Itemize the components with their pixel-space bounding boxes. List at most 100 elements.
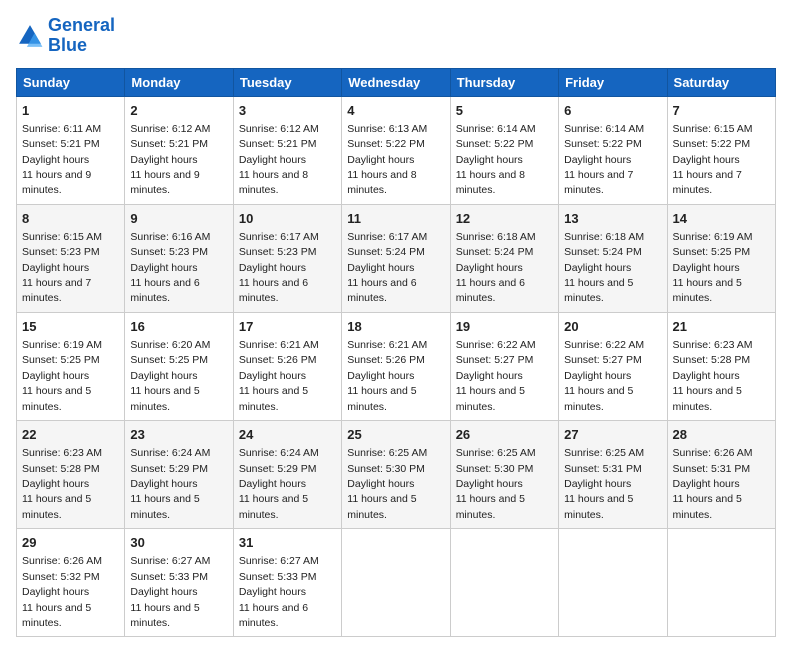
daylight-value: 11 hours and 6 minutes. <box>347 277 416 304</box>
day-number: 7 <box>673 102 770 120</box>
sunset-text: Sunset: 5:21 PM <box>239 138 317 150</box>
sunset-text: Sunset: 5:23 PM <box>239 246 317 258</box>
calendar-cell <box>667 529 775 637</box>
calendar-cell: 24Sunrise: 6:24 AMSunset: 5:29 PMDayligh… <box>233 421 341 529</box>
calendar-week-row: 15Sunrise: 6:19 AMSunset: 5:25 PMDayligh… <box>17 312 776 420</box>
day-number: 3 <box>239 102 336 120</box>
sunset-text: Sunset: 5:22 PM <box>347 138 425 150</box>
daylight-value: 11 hours and 5 minutes. <box>22 385 91 412</box>
sunrise-text: Sunrise: 6:26 AM <box>22 555 102 567</box>
sunrise-text: Sunrise: 6:19 AM <box>673 231 753 243</box>
calendar-cell: 12Sunrise: 6:18 AMSunset: 5:24 PMDayligh… <box>450 204 558 312</box>
daylight-value: 11 hours and 6 minutes. <box>130 277 199 304</box>
sunset-text: Sunset: 5:27 PM <box>564 354 642 366</box>
daylight-value: 11 hours and 9 minutes. <box>130 169 199 196</box>
sunrise-text: Sunrise: 6:14 AM <box>564 123 644 135</box>
daylight-label: Daylight hours <box>239 154 306 166</box>
calendar-cell: 23 Sunrise: 6:24 AM Sunset: 5:29 PM Dayligh… <box>125 421 233 529</box>
calendar-cell: 27Sunrise: 6:25 AMSunset: 5:31 PMDayligh… <box>559 421 667 529</box>
calendar-cell: 11Sunrise: 6:17 AMSunset: 5:24 PMDayligh… <box>342 204 450 312</box>
sunrise-text: Sunrise: 6:24 AM <box>130 447 210 459</box>
sunset-text: Sunset: 5:33 PM <box>239 571 317 583</box>
day-number: 9 <box>130 210 227 228</box>
calendar-cell <box>342 529 450 637</box>
sunrise-text: Sunrise: 6:23 AM <box>22 447 102 459</box>
sunrise-text: Sunrise: 6:15 AM <box>22 231 102 243</box>
logo-icon <box>16 22 44 50</box>
daylight-label: Daylight hours <box>239 370 306 382</box>
sunrise-text: Sunrise: 6:21 AM <box>347 339 427 351</box>
calendar-header-row: SundayMondayTuesdayWednesdayThursdayFrid… <box>17 68 776 96</box>
day-number: 18 <box>347 318 444 336</box>
sunrise-text: Sunrise: 6:26 AM <box>673 447 753 459</box>
calendar-cell: 25Sunrise: 6:25 AMSunset: 5:30 PMDayligh… <box>342 421 450 529</box>
daylight-label: Daylight hours <box>673 154 740 166</box>
day-number: 11 <box>347 210 444 228</box>
header-friday: Friday <box>559 68 667 96</box>
calendar-week-row: 8 Sunrise: 6:15 AM Sunset: 5:23 PM Daylight… <box>17 204 776 312</box>
day-number: 2 <box>130 102 227 120</box>
daylight-value: 11 hours and 5 minutes. <box>564 385 633 412</box>
day-number: 29 <box>22 534 119 552</box>
daylight-value: 11 hours and 9 minutes. <box>22 169 91 196</box>
sunrise-text: Sunrise: 6:16 AM <box>130 231 210 243</box>
calendar-cell: 7Sunrise: 6:15 AMSunset: 5:22 PMDaylight… <box>667 96 775 204</box>
header-monday: Monday <box>125 68 233 96</box>
day-number: 22 <box>22 426 119 444</box>
day-number: 19 <box>456 318 553 336</box>
day-number: 17 <box>239 318 336 336</box>
calendar-cell <box>450 529 558 637</box>
calendar-cell: 2Sunrise: 6:12 AMSunset: 5:21 PMDaylight… <box>125 96 233 204</box>
header-thursday: Thursday <box>450 68 558 96</box>
daylight-label: Daylight hours <box>456 370 523 382</box>
logo: GeneralBlue <box>16 16 115 56</box>
sunset-text: Sunset: 5:31 PM <box>673 463 751 475</box>
sunset-text: Sunset: 5:30 PM <box>347 463 425 475</box>
daylight-label: Daylight hours <box>673 262 740 274</box>
daylight-label: Daylight hours <box>456 262 523 274</box>
daylight-value: 11 hours and 5 minutes. <box>130 493 199 520</box>
sunrise-text: Sunrise: 6:25 AM <box>456 447 536 459</box>
daylight-label: Daylight hours <box>130 262 197 274</box>
day-number: 30 <box>130 534 227 552</box>
daylight-label: Daylight hours <box>564 370 631 382</box>
sunrise-text: Sunrise: 6:23 AM <box>673 339 753 351</box>
day-number: 15 <box>22 318 119 336</box>
sunrise-text: Sunrise: 6:24 AM <box>239 447 319 459</box>
calendar-week-row: 22Sunrise: 6:23 AMSunset: 5:28 PMDayligh… <box>17 421 776 529</box>
calendar-cell: 29 Sunrise: 6:26 AM Sunset: 5:32 PM Dayligh… <box>17 529 125 637</box>
sunset-text: Sunset: 5:21 PM <box>22 138 100 150</box>
daylight-label: Daylight hours <box>347 262 414 274</box>
sunset-text: Sunset: 5:30 PM <box>456 463 534 475</box>
daylight-label: Daylight hours <box>564 478 631 490</box>
daylight-value: 11 hours and 5 minutes. <box>239 493 308 520</box>
daylight-label: Daylight hours <box>130 478 197 490</box>
daylight-value: 11 hours and 7 minutes. <box>22 277 91 304</box>
daylight-label: Daylight hours <box>22 586 89 598</box>
sunset-text: Sunset: 5:32 PM <box>22 571 100 583</box>
daylight-label: Daylight hours <box>239 262 306 274</box>
calendar-cell: 6Sunrise: 6:14 AMSunset: 5:22 PMDaylight… <box>559 96 667 204</box>
daylight-label: Daylight hours <box>130 586 197 598</box>
daylight-value: 11 hours and 8 minutes. <box>456 169 525 196</box>
daylight-label: Daylight hours <box>22 478 89 490</box>
calendar-cell: 5Sunrise: 6:14 AMSunset: 5:22 PMDaylight… <box>450 96 558 204</box>
sunrise-text: Sunrise: 6:15 AM <box>673 123 753 135</box>
calendar-cell: 9Sunrise: 6:16 AMSunset: 5:23 PMDaylight… <box>125 204 233 312</box>
sunrise-text: Sunrise: 6:27 AM <box>130 555 210 567</box>
sunset-text: Sunset: 5:26 PM <box>239 354 317 366</box>
calendar-cell: 26Sunrise: 6:25 AMSunset: 5:30 PMDayligh… <box>450 421 558 529</box>
daylight-value: 11 hours and 5 minutes. <box>347 493 416 520</box>
day-number: 8 <box>22 210 119 228</box>
daylight-label: Daylight hours <box>130 154 197 166</box>
day-number: 13 <box>564 210 661 228</box>
sunset-text: Sunset: 5:29 PM <box>130 463 208 475</box>
sunrise-text: Sunrise: 6:12 AM <box>130 123 210 135</box>
daylight-label: Daylight hours <box>347 154 414 166</box>
calendar-cell: 18Sunrise: 6:21 AMSunset: 5:26 PMDayligh… <box>342 312 450 420</box>
calendar-cell: 16Sunrise: 6:20 AMSunset: 5:25 PMDayligh… <box>125 312 233 420</box>
calendar-cell: 8Sunrise: 6:15 AMSunset: 5:23 PMDaylight… <box>17 204 125 312</box>
day-number: 23 <box>130 426 227 444</box>
sunrise-text: Sunrise: 6:25 AM <box>347 447 427 459</box>
day-number: 6 <box>564 102 661 120</box>
